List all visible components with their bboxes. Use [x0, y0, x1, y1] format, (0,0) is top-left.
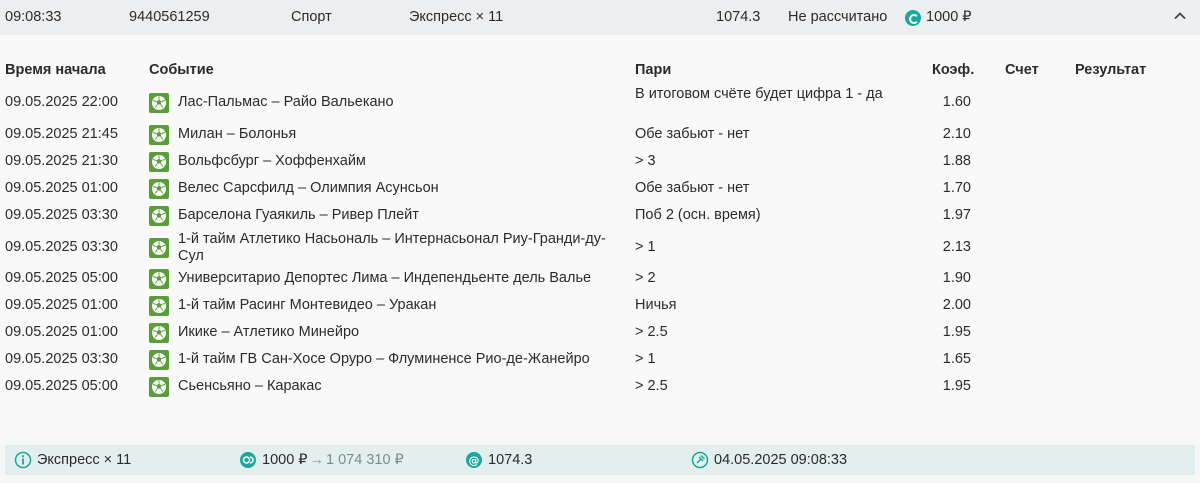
- soccer-ball-icon: [149, 152, 169, 172]
- soccer-ball-icon: [149, 93, 169, 113]
- footer-coef-value: 1074.3: [488, 452, 533, 468]
- row-event: Велес Сарсфилд – Олимпия Асунсьон: [178, 180, 439, 196]
- row-event: Лас-Пальмас – Райо Вальекано: [178, 94, 394, 110]
- footer-stake-value: 1000 ₽: [262, 452, 308, 468]
- footer-coef: @ 1074.3: [465, 451, 532, 469]
- bet-stake-value: 1000 ₽: [926, 9, 972, 25]
- footer-type-value: Экспресс × 11: [37, 452, 132, 468]
- arrow-right-icon: →: [309, 452, 325, 468]
- row-bet: > 2.5: [635, 378, 668, 394]
- bet-id: 9440561259: [129, 9, 210, 25]
- bet-time: 09:08:33: [5, 9, 62, 25]
- row-event: 1-й тайм Атлетико Насьональ – Интернасьо…: [178, 231, 606, 264]
- at-icon: @: [465, 451, 483, 469]
- row-event: Вольфсбург – Хоффенхайм: [178, 153, 366, 169]
- row-start-time: 09.05.2025 22:00: [5, 94, 118, 110]
- soccer-ball-icon: [149, 296, 169, 316]
- row-coef: 1.95: [942, 324, 971, 340]
- row-start-time: 09.05.2025 01:00: [5, 180, 118, 196]
- col-header-result: Результат: [1075, 62, 1147, 78]
- chevron-up-icon: [1174, 12, 1186, 20]
- soccer-ball-icon: [149, 238, 169, 258]
- col-header-score: Счет: [1005, 62, 1039, 78]
- bet-stake: 1000 ₽: [905, 9, 972, 26]
- row-coef: 1.60: [942, 94, 971, 110]
- row-event: Милан – Болонья: [178, 126, 297, 142]
- col-header-coef: Коэф.: [932, 62, 975, 78]
- row-coef: 1.95: [942, 378, 971, 394]
- coin-icon: [239, 451, 257, 469]
- row-bet: Ничья: [635, 297, 677, 313]
- row-bet: > 1: [635, 239, 656, 255]
- soccer-ball-icon: [149, 179, 169, 199]
- row-start-time: 09.05.2025 05:00: [5, 378, 118, 394]
- row-start-time: 09.05.2025 01:00: [5, 324, 118, 340]
- row-bet: Поб 2 (осн. время): [635, 207, 761, 223]
- row-event: 1-й тайм Расинг Монтевидео – Уракан: [178, 297, 437, 313]
- col-header-event: Событие: [149, 62, 214, 78]
- row-start-time: 09.05.2025 21:45: [5, 126, 118, 142]
- bet-status: Не рассчитано: [788, 9, 888, 25]
- footer-type: Экспресс × 11: [14, 451, 131, 469]
- row-event: Икике – Атлетико Минейро: [178, 324, 360, 340]
- row-bet: > 1: [635, 351, 656, 367]
- svg-text:@: @: [469, 454, 480, 467]
- row-start-time: 09.05.2025 03:30: [5, 239, 118, 255]
- row-coef: 1.88: [942, 153, 971, 169]
- col-header-start-time: Время начала: [5, 62, 106, 78]
- row-event: Барселона Гуаякиль – Ривер Плейт: [178, 207, 419, 223]
- row-coef: 2.10: [942, 126, 971, 142]
- row-event: Университарио Депортес Лима – Индепендье…: [178, 270, 592, 286]
- row-coef: 1.65: [942, 351, 971, 367]
- row-coef: 1.97: [942, 207, 971, 223]
- pin-icon: [691, 451, 709, 469]
- row-bet: > 3: [635, 153, 656, 169]
- row-coef: 1.90: [942, 270, 971, 286]
- col-header-bet: Пари: [635, 62, 672, 78]
- coin-icon: [905, 9, 921, 26]
- soccer-ball-icon: [149, 206, 169, 226]
- row-start-time: 09.05.2025 05:00: [5, 270, 118, 286]
- row-bet: В итоговом счёте будет цифра 1 - да: [635, 86, 883, 102]
- soccer-ball-icon: [149, 269, 169, 289]
- row-coef: 2.13: [942, 239, 971, 255]
- row-event: 1-й тайм ГВ Сан-Хосе Оруро – Флуминенсе …: [178, 351, 590, 367]
- soccer-ball-icon: [149, 125, 169, 145]
- row-bet: > 2: [635, 270, 656, 286]
- bet-summary-bar[interactable]: 09:08:33 9440561259 Спорт Экспресс × 11 …: [0, 0, 1200, 35]
- row-bet: Обе забьют - нет: [635, 180, 750, 196]
- bet-sport: Спорт: [291, 9, 332, 25]
- row-bet: > 2.5: [635, 324, 668, 340]
- row-start-time: 09.05.2025 03:30: [5, 207, 118, 223]
- info-icon: [14, 451, 32, 469]
- row-start-time: 09.05.2025 01:00: [5, 297, 118, 313]
- footer-potential-win: 1 074 310 ₽: [326, 452, 404, 468]
- row-coef: 1.70: [942, 180, 971, 196]
- footer-date-value: 04.05.2025 09:08:33: [714, 452, 848, 468]
- bet-type: Экспресс × 11: [409, 9, 504, 25]
- bet-coef: 1074.3: [716, 9, 761, 25]
- soccer-ball-icon: [149, 377, 169, 397]
- soccer-ball-icon: [149, 350, 169, 370]
- bet-footer: Экспресс × 11 1000 ₽ → 1 074 310 ₽ @ 107…: [5, 445, 1195, 475]
- row-start-time: 09.05.2025 21:30: [5, 153, 118, 169]
- soccer-ball-icon: [149, 323, 169, 343]
- row-coef: 2.00: [942, 297, 971, 313]
- footer-stake: 1000 ₽ → 1 074 310 ₽: [239, 451, 404, 469]
- row-bet: Обе забьют - нет: [635, 126, 750, 142]
- row-start-time: 09.05.2025 03:30: [5, 351, 118, 367]
- footer-date: 04.05.2025 09:08:33: [691, 451, 847, 469]
- collapse-toggle[interactable]: [1172, 8, 1188, 29]
- row-event: Сьенсьяно – Каракас: [178, 378, 322, 394]
